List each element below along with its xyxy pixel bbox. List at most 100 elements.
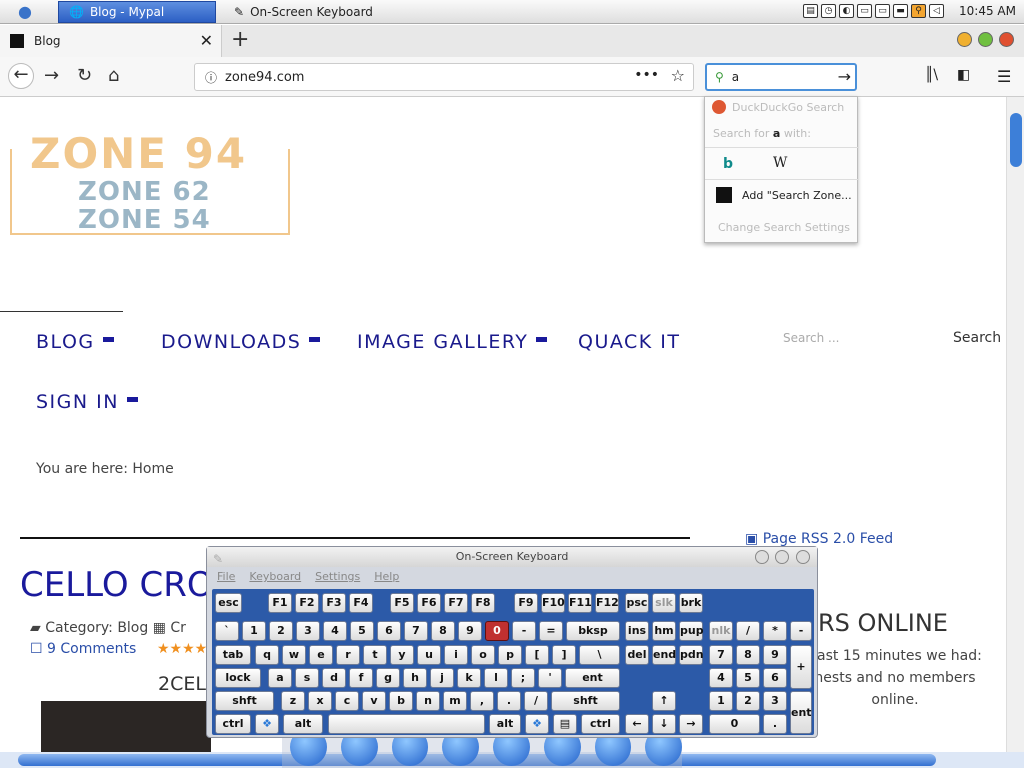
key-y[interactable]: y xyxy=(390,645,414,665)
key-left-shift[interactable]: shft xyxy=(215,691,274,711)
key-pup[interactable]: pup xyxy=(679,621,704,641)
apple-menu-icon[interactable]: ● xyxy=(18,2,32,21)
post-image[interactable] xyxy=(41,701,211,752)
site-search-input[interactable]: Search ... xyxy=(783,331,839,345)
key-6[interactable]: 6 xyxy=(377,621,401,641)
key-f8[interactable]: F8 xyxy=(471,593,495,613)
key-r[interactable]: r xyxy=(336,645,360,665)
key-f6[interactable]: F6 xyxy=(417,593,441,613)
windows-key-icon[interactable]: ❖ xyxy=(525,714,549,734)
key-k[interactable]: k xyxy=(457,668,481,688)
key-del[interactable]: del xyxy=(625,645,649,665)
key-multiply[interactable]: * xyxy=(763,621,787,641)
site-logo[interactable]: ZONE 94 ZONE 62 ZONE 54 xyxy=(10,129,292,239)
osk-menu-settings[interactable]: Settings xyxy=(315,570,360,583)
osk-close-button[interactable] xyxy=(796,550,810,564)
search-input[interactable]: a xyxy=(732,70,739,84)
key-backslash[interactable]: \ xyxy=(579,645,620,665)
key-brk[interactable]: brk xyxy=(679,593,703,613)
key-i[interactable]: i xyxy=(444,645,468,665)
key-left-ctrl[interactable]: ctrl xyxy=(215,714,251,734)
new-tab-button[interactable]: + xyxy=(231,27,249,52)
display-icon[interactable]: ▭ xyxy=(857,4,872,18)
osk-menu-file[interactable]: File xyxy=(217,570,235,583)
key-left-alt[interactable]: alt xyxy=(283,714,323,734)
key-f10[interactable]: F10 xyxy=(541,593,565,613)
key-l[interactable]: l xyxy=(484,668,508,688)
printer-icon[interactable]: ▤ xyxy=(803,4,818,18)
key-z[interactable]: z xyxy=(281,691,305,711)
key-left-bracket[interactable]: [ xyxy=(525,645,549,665)
key-f4[interactable]: F4 xyxy=(349,593,373,613)
key-num-9[interactable]: 9 xyxy=(763,645,787,665)
page-actions-icon[interactable]: ••• xyxy=(634,67,659,83)
monitor-icon[interactable]: ▭ xyxy=(875,4,890,18)
key-num-enter[interactable]: ent xyxy=(790,691,812,734)
key-8[interactable]: 8 xyxy=(431,621,455,641)
key-g[interactable]: g xyxy=(376,668,400,688)
maximize-button[interactable] xyxy=(978,32,993,47)
key-backspace[interactable]: bksp xyxy=(566,621,620,641)
key-num-1[interactable]: 1 xyxy=(709,691,733,711)
key-right-ctrl[interactable]: ctrl xyxy=(581,714,620,734)
key-f3[interactable]: F3 xyxy=(322,593,346,613)
key-tab[interactable]: tab xyxy=(215,645,251,665)
close-tab-icon[interactable]: ✕ xyxy=(200,31,213,50)
key-num-7[interactable]: 7 xyxy=(709,645,733,665)
key-b[interactable]: b xyxy=(389,691,413,711)
key-c[interactable]: c xyxy=(335,691,359,711)
key-num-minus[interactable]: - xyxy=(790,621,812,641)
volume-icon[interactable]: ◁ xyxy=(929,4,944,18)
key-num-8[interactable]: 8 xyxy=(736,645,760,665)
key-2[interactable]: 2 xyxy=(269,621,293,641)
key-x[interactable]: x xyxy=(308,691,332,711)
key-end[interactable]: end xyxy=(652,645,676,665)
key-ins[interactable]: ins xyxy=(625,621,649,641)
osk-maximize-button[interactable] xyxy=(775,550,789,564)
key-d[interactable]: d xyxy=(322,668,346,688)
key-m[interactable]: m xyxy=(443,691,467,711)
key-psc[interactable]: psc xyxy=(625,593,649,613)
site-search-button[interactable]: Search xyxy=(953,330,1001,346)
key-num-2[interactable]: 2 xyxy=(736,691,760,711)
vertical-scrollbar[interactable] xyxy=(1006,97,1024,752)
back-button[interactable]: ← xyxy=(8,63,34,89)
close-window-button[interactable] xyxy=(999,32,1014,47)
key-4[interactable]: 4 xyxy=(323,621,347,641)
search-tray-icon[interactable]: ⚲ xyxy=(911,4,926,18)
library-icon[interactable]: ║\ xyxy=(925,67,938,83)
key-right-bracket[interactable]: ] xyxy=(552,645,576,665)
key-minus[interactable]: - xyxy=(512,621,536,641)
network-icon[interactable]: ▬ xyxy=(893,4,908,18)
key-arrow-left[interactable]: ← xyxy=(625,714,649,734)
key-comma[interactable]: , xyxy=(470,691,494,711)
key-equals[interactable]: = xyxy=(539,621,563,641)
key-num-6[interactable]: 6 xyxy=(763,668,787,688)
key-space[interactable] xyxy=(328,714,485,734)
osk-menu-keyboard[interactable]: Keyboard xyxy=(249,570,301,583)
tab-blog[interactable]: Blog ✕ xyxy=(0,25,222,57)
key-9[interactable]: 9 xyxy=(458,621,482,641)
key-o[interactable]: o xyxy=(471,645,495,665)
key-u[interactable]: u xyxy=(417,645,441,665)
key-right-shift[interactable]: shft xyxy=(551,691,620,711)
key-f[interactable]: f xyxy=(349,668,373,688)
nav-item-sign-in[interactable]: SIGN IN xyxy=(36,391,138,413)
key-backtick[interactable]: ` xyxy=(215,621,239,641)
context-menu-key-icon[interactable]: ▤ xyxy=(553,714,577,734)
bing-engine-button[interactable]: b xyxy=(723,156,733,172)
key-a[interactable]: a xyxy=(268,668,292,688)
osk-minimize-button[interactable] xyxy=(755,550,769,564)
windows-key-icon[interactable]: ❖ xyxy=(255,714,279,734)
key-n[interactable]: n xyxy=(416,691,440,711)
search-go-icon[interactable]: → xyxy=(838,67,851,86)
key-semicolon[interactable]: ; xyxy=(511,668,535,688)
scroll-thumb[interactable] xyxy=(1010,113,1022,167)
rating-stars[interactable]: ★★★★ xyxy=(157,641,207,657)
nav-item-image-gallery[interactable]: IMAGE GALLERY xyxy=(357,331,548,353)
taskbar-item-osk[interactable]: ✎ On-Screen Keyboard xyxy=(224,1,424,23)
key-num-5[interactable]: 5 xyxy=(736,668,760,688)
key-period[interactable]: . xyxy=(497,691,521,711)
key-3[interactable]: 3 xyxy=(296,621,320,641)
key-e[interactable]: e xyxy=(309,645,333,665)
